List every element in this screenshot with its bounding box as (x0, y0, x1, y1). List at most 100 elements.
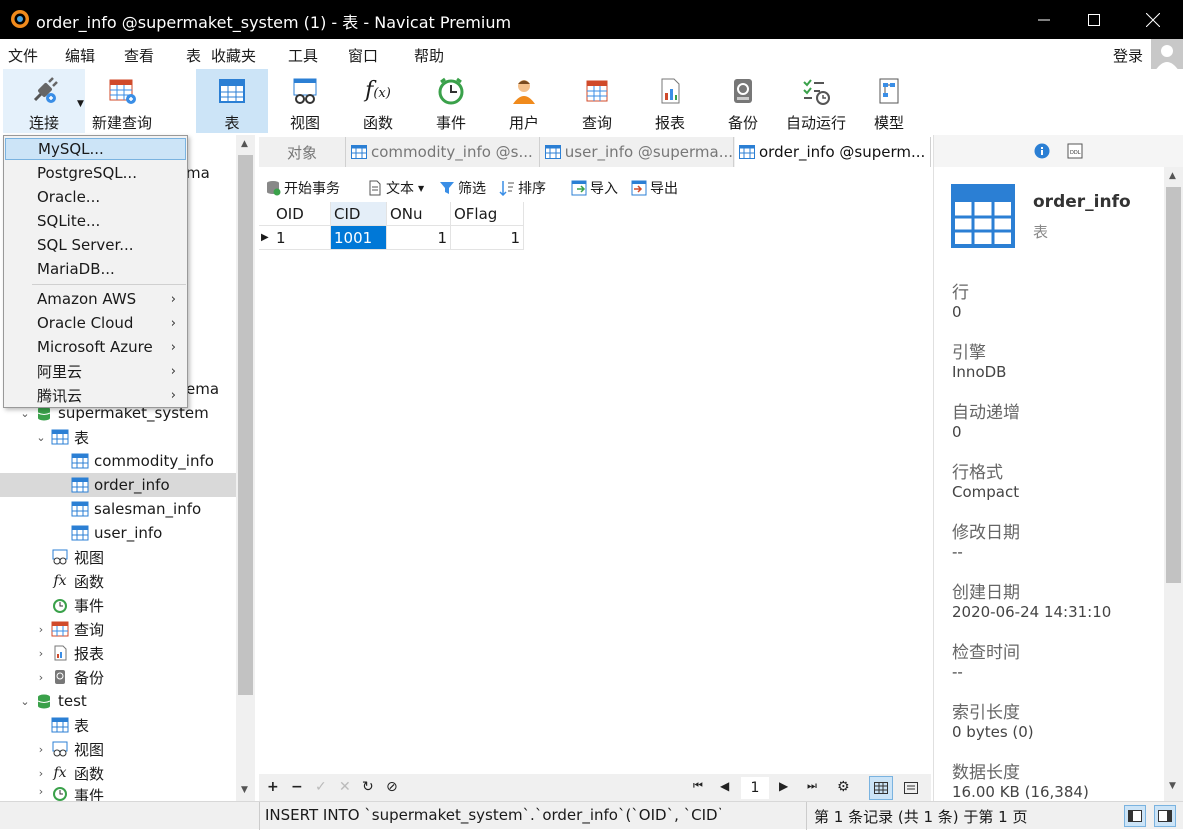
chevron-right-icon[interactable]: › (34, 743, 48, 756)
menu-item-tencent-cloud[interactable]: 腾讯云 › (5, 384, 186, 406)
report-button[interactable]: 报表 (637, 69, 703, 133)
next-page-icon[interactable]: ▶ (779, 779, 788, 793)
menu-tools[interactable]: 工具 (288, 45, 318, 66)
automation-button[interactable]: 自动运行 (783, 69, 849, 133)
minimize-button[interactable] (1021, 0, 1067, 39)
layout-left-pane-button[interactable] (1124, 805, 1146, 827)
menu-item-oracle-cloud[interactable]: Oracle Cloud › (5, 312, 186, 334)
menu-item-microsoft-azure[interactable]: Microsoft Azure › (5, 336, 186, 358)
menu-item-mariadb[interactable]: MariaDB... (5, 258, 186, 280)
scroll-up-icon[interactable]: ▲ (241, 139, 248, 149)
navigation-scrollbar[interactable]: ▲ ▼ (236, 135, 255, 801)
table-cell[interactable]: 1 (273, 226, 331, 250)
menu-item-amazon-aws[interactable]: Amazon AWS › (5, 288, 186, 310)
tree-test-tables-folder[interactable]: 表 (0, 713, 236, 737)
tree-reports-folder[interactable]: › 报表 (0, 641, 236, 665)
menu-item-aliyun[interactable]: 阿里云 › (5, 360, 186, 382)
tree-tables-folder[interactable]: ⌄ 表 (0, 425, 236, 449)
add-record-icon[interactable]: + (267, 779, 279, 795)
connect-button[interactable]: 连接 (3, 69, 85, 133)
chevron-down-icon[interactable]: ⌄ (18, 695, 32, 708)
refresh-icon[interactable]: ↻ (362, 779, 374, 795)
user-button[interactable]: 用户 (491, 69, 557, 133)
begin-transaction-button[interactable]: 开始事务 (265, 178, 340, 198)
tab-user-info[interactable]: user_info @superma... (541, 137, 734, 167)
ddl-icon[interactable]: DDL (1067, 143, 1083, 159)
table-cell[interactable]: 1 (387, 226, 451, 250)
scroll-up-icon[interactable]: ▲ (1169, 171, 1176, 181)
tab-commodity-info[interactable]: commodity_info @s... (347, 137, 540, 167)
menu-item-sqlite[interactable]: SQLite... (5, 210, 186, 232)
tree-table-salesman-info[interactable]: salesman_info (0, 497, 236, 521)
page-number-input[interactable]: 1 (741, 777, 769, 799)
function-button[interactable]: f(x) 函数 (345, 69, 411, 133)
tab-order-info[interactable]: order_info @superm... (735, 137, 931, 167)
column-header-cid[interactable]: CID (331, 202, 387, 226)
chevron-down-icon[interactable]: ⌄ (34, 431, 48, 444)
chevron-right-icon[interactable]: › (34, 671, 48, 684)
stop-icon[interactable]: ⊘ (386, 779, 398, 795)
chevron-right-icon[interactable]: › (34, 623, 48, 636)
tree-test-events-folder[interactable]: › 事件 (0, 785, 236, 801)
tree-functions-folder[interactable]: fx 函数 (0, 569, 236, 593)
avatar[interactable] (1151, 39, 1183, 71)
previous-page-icon[interactable]: ◀ (720, 779, 729, 793)
info-panel-scrollbar[interactable]: ▲ ▼ (1164, 167, 1183, 801)
column-header-onu[interactable]: ONu (387, 202, 451, 226)
scroll-down-icon[interactable]: ▼ (241, 785, 248, 795)
grid-view-button[interactable] (869, 776, 893, 800)
menu-item-postgresql[interactable]: PostgreSQL... (5, 162, 186, 184)
scroll-down-icon[interactable]: ▼ (1169, 781, 1176, 791)
tree-table-user-info[interactable]: user_info (0, 521, 236, 545)
backup-button[interactable]: 备份 (710, 69, 776, 133)
chevron-down-icon[interactable]: ⌄ (18, 407, 32, 420)
menu-item-sqlserver[interactable]: SQL Server... (5, 234, 186, 256)
column-header-oid[interactable]: OID (273, 202, 331, 226)
scrollbar-thumb[interactable] (1166, 187, 1181, 583)
tree-table-order-info[interactable]: order_info (0, 473, 236, 497)
column-header-oflag[interactable]: OFlag (451, 202, 524, 226)
event-button[interactable]: 事件 (418, 69, 484, 133)
first-page-icon[interactable]: ⏮ (693, 779, 703, 793)
apply-changes-icon[interactable]: ✓ (315, 779, 327, 795)
chevron-right-icon[interactable]: › (34, 785, 48, 798)
tree-db-test[interactable]: ⌄ test (0, 689, 236, 713)
form-view-button[interactable] (899, 776, 923, 800)
menu-table[interactable]: 表 (186, 45, 201, 66)
settings-gear-icon[interactable]: ⚙ (837, 779, 850, 795)
login-link[interactable]: 登录 (1113, 45, 1143, 66)
connect-dropdown-arrow-icon[interactable]: ▼ (77, 99, 84, 109)
chevron-right-icon[interactable]: › (34, 767, 48, 780)
menu-window[interactable]: 窗口 (348, 45, 378, 66)
menu-file[interactable]: 文件 (8, 45, 38, 66)
chevron-right-icon[interactable]: › (34, 647, 48, 660)
model-button[interactable]: 模型 (856, 69, 922, 133)
tree-views-folder[interactable]: 视图 (0, 545, 236, 569)
new-query-button[interactable]: 新建查询 (86, 69, 158, 133)
delete-record-icon[interactable]: − (291, 779, 303, 795)
export-button[interactable]: 导出 (631, 178, 678, 198)
discard-changes-icon[interactable]: ✕ (339, 779, 351, 795)
menu-view[interactable]: 查看 (124, 45, 154, 66)
info-icon[interactable] (1034, 143, 1050, 159)
tree-test-functions-folder[interactable]: › fx 函数 (0, 761, 236, 785)
table-cell-selected[interactable]: 1001 (331, 226, 387, 250)
table-cell[interactable]: 1 (451, 226, 524, 250)
scrollbar-thumb[interactable] (238, 155, 253, 695)
close-button[interactable] (1130, 0, 1176, 39)
tree-backups-folder[interactable]: › 备份 (0, 665, 236, 689)
tree-queries-folder[interactable]: › 查询 (0, 617, 236, 641)
filter-button[interactable]: 筛选 (439, 178, 486, 198)
menu-item-oracle[interactable]: Oracle... (5, 186, 186, 208)
tree-table-commodity-info[interactable]: commodity_info (0, 449, 236, 473)
last-page-icon[interactable]: ⏭ (807, 779, 817, 793)
dropdown-arrow-icon[interactable]: ▼ (418, 184, 424, 193)
layout-right-pane-button[interactable] (1154, 805, 1176, 827)
tree-events-folder[interactable]: 事件 (0, 593, 236, 617)
table-button[interactable]: 表 (196, 69, 268, 133)
menu-favorites[interactable]: 收藏夹 (211, 45, 256, 66)
text-button[interactable]: 文本 ▼ (367, 178, 424, 198)
menu-item-mysql[interactable]: MySQL... (5, 138, 186, 160)
menu-help[interactable]: 帮助 (414, 45, 444, 66)
maximize-button[interactable] (1071, 0, 1117, 39)
